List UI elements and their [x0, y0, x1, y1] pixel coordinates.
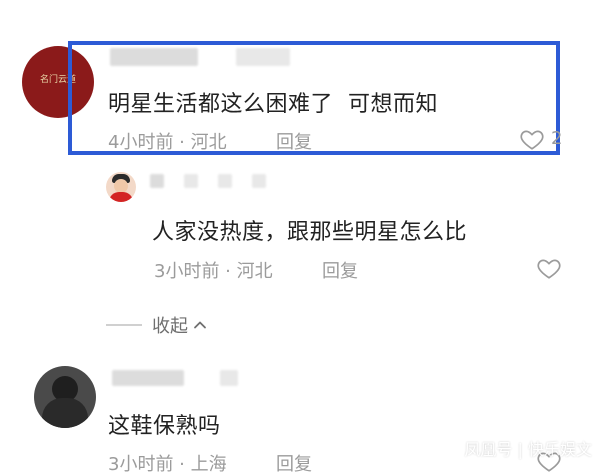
- username-blurred[interactable]: [112, 370, 184, 386]
- comment-text: 这鞋保熟吗: [108, 414, 221, 439]
- avatar[interactable]: [106, 172, 136, 202]
- comment-text: 人家没热度，跟那些明星怎么比: [152, 220, 468, 245]
- username-blurred-extra: [218, 174, 232, 188]
- username-blurred-extra: [236, 48, 290, 66]
- comment-meta: 3小时前 · 河北: [154, 261, 273, 282]
- username-blurred-extra: [184, 174, 198, 188]
- reply-button[interactable]: 回复: [276, 128, 312, 154]
- reply-button[interactable]: 回复: [322, 257, 358, 283]
- watermark: 凤凰号 | 快乐娱文: [464, 440, 592, 459]
- chevron-up-icon: [194, 321, 206, 329]
- username-blurred[interactable]: [150, 174, 164, 188]
- username-blurred[interactable]: [110, 48, 198, 66]
- avatar[interactable]: [34, 366, 96, 428]
- like-count: 2: [551, 128, 563, 149]
- reply-button[interactable]: 回复: [276, 450, 312, 476]
- collapse-button[interactable]: 收起: [152, 312, 208, 338]
- collapse-label: 收起: [152, 316, 188, 337]
- comment-meta: 4小时前 · 河北: [108, 132, 227, 153]
- username-blurred-extra: [220, 370, 238, 386]
- username-blurred-extra: [252, 174, 266, 188]
- comment-meta: 3小时前 · 上海: [108, 454, 227, 475]
- like-heart-icon[interactable]: [536, 255, 562, 281]
- comment-text: 明星生活都这么困难了 可想而知: [108, 92, 438, 117]
- like-heart-icon[interactable]: [519, 126, 545, 152]
- collapse-divider: [106, 324, 142, 326]
